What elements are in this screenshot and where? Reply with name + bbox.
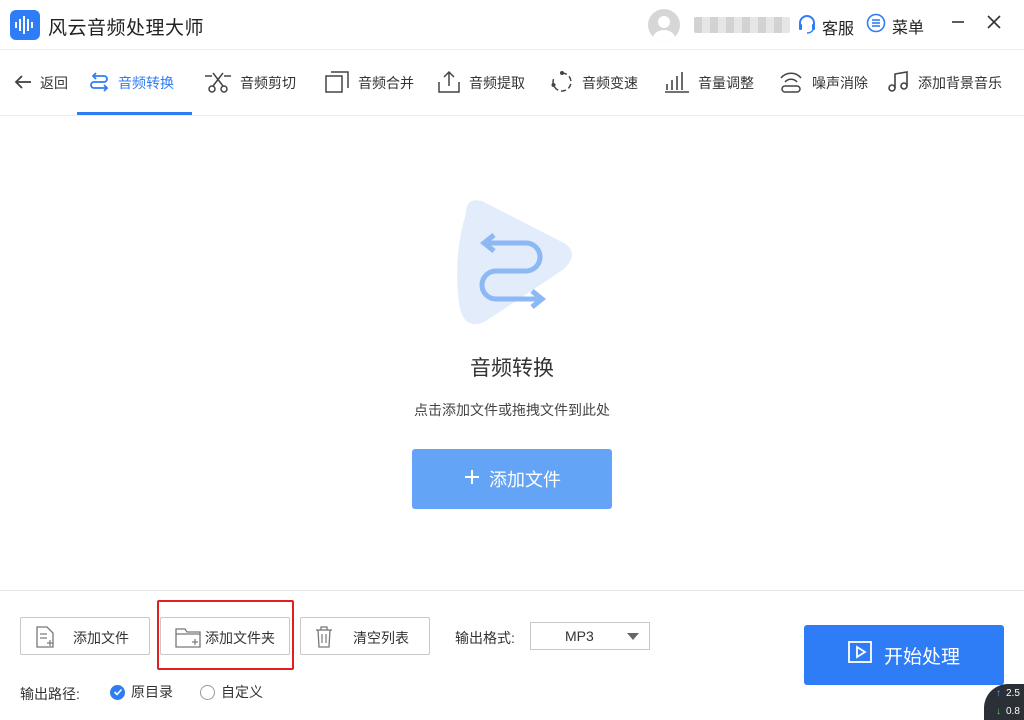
tab-noise-removal[interactable]: 噪声消除 <box>778 50 868 116</box>
tab-audio-extract[interactable]: 音频提取 <box>437 50 525 116</box>
add-file-main-label: 添加文件 <box>489 470 561 490</box>
menu-list-icon <box>866 13 886 38</box>
tab-audio-merge-label: 音频合并 <box>358 75 414 91</box>
convert-illustration-icon <box>452 195 580 327</box>
start-processing-label: 开始处理 <box>883 646 960 668</box>
path-option-original-label: 原目录 <box>131 684 173 700</box>
add-file-label: 添加文件 <box>73 630 129 646</box>
radio-checked-icon <box>110 684 125 700</box>
tab-add-background-music-label: 添加背景音乐 <box>918 75 1002 91</box>
menu-button[interactable]: 菜单 <box>866 13 924 38</box>
tab-audio-cut[interactable]: 音频剪切 <box>204 50 296 116</box>
tab-audio-convert[interactable]: 音频转换 <box>88 50 174 116</box>
tab-volume-adjust[interactable]: 音量调整 <box>664 50 754 116</box>
upload-tray-icon <box>437 70 461 97</box>
noise-wave-icon <box>778 70 804 97</box>
plus-icon <box>463 468 481 491</box>
add-file-button[interactable]: 添加文件 <box>20 617 150 655</box>
tab-audio-convert-label: 音频转换 <box>118 75 174 91</box>
music-note-icon <box>886 70 910 97</box>
clear-list-button[interactable]: 清空列表 <box>300 617 430 655</box>
back-button[interactable]: 返回 <box>14 50 68 116</box>
arrow-left-icon <box>14 74 32 93</box>
tab-audio-speed-label: 音频变速 <box>582 75 638 91</box>
username-blurred[interactable] <box>694 17 790 33</box>
merge-squares-icon <box>324 70 350 97</box>
scissors-icon <box>204 70 232 97</box>
output-path-label: 输出路径: <box>20 686 80 702</box>
add-file-icon <box>35 626 55 651</box>
app-title: 风云音频处理大师 <box>48 18 205 39</box>
tab-volume-adjust-label: 音量调整 <box>698 75 754 91</box>
tool-tab-bar: 返回 音频转换 音频剪切 音频合并 音频提取 音频变速 音量调整 噪声消除 添加… <box>0 50 1024 116</box>
customer-service-label: 客服 <box>822 20 855 38</box>
caret-down-icon <box>627 633 639 640</box>
volume-bars-icon <box>664 70 690 97</box>
menu-label: 菜单 <box>892 19 925 37</box>
tab-add-background-music[interactable]: 添加背景音乐 <box>886 50 1002 116</box>
play-icon <box>848 641 872 669</box>
minimize-icon <box>951 15 965 34</box>
tab-audio-extract-label: 音频提取 <box>469 75 525 91</box>
start-processing-button[interactable]: 开始处理 <box>804 625 1004 685</box>
close-button[interactable] <box>982 12 1006 36</box>
close-icon <box>987 14 1001 34</box>
title-bar: 风云音频处理大师 客服 菜单 <box>0 0 1024 50</box>
upload-speed: 2.5 <box>1006 688 1020 699</box>
tab-noise-removal-label: 噪声消除 <box>812 75 868 91</box>
clear-list-label: 清空列表 <box>353 630 409 646</box>
radio-unchecked-icon <box>200 684 215 700</box>
tab-audio-cut-label: 音频剪切 <box>240 75 296 91</box>
download-arrow-icon: ↓ <box>996 706 1001 717</box>
tab-audio-speed[interactable]: 音频变速 <box>550 50 638 116</box>
customer-service-button[interactable]: 客服 <box>796 13 854 40</box>
convert-arrows-icon <box>88 71 110 96</box>
trash-icon <box>315 626 333 651</box>
tab-audio-merge[interactable]: 音频合并 <box>324 50 414 116</box>
speed-cycle-icon <box>550 70 574 97</box>
drop-area-hint: 点击添加文件或拖拽文件到此处 <box>414 402 610 418</box>
upload-arrow-icon: ↑ <box>996 688 1001 699</box>
output-format-label: 输出格式: <box>455 630 515 646</box>
back-label: 返回 <box>40 75 68 91</box>
output-format-value: MP3 <box>565 628 594 644</box>
path-option-original[interactable]: 原目录 <box>110 682 173 702</box>
add-file-main-button[interactable]: 添加文件 <box>412 449 612 509</box>
drop-area-title: 音频转换 <box>470 357 554 380</box>
user-avatar[interactable] <box>648 9 680 41</box>
download-speed: 0.8 <box>1006 706 1020 717</box>
path-option-custom-label: 自定义 <box>221 684 263 700</box>
minimize-button[interactable] <box>946 12 970 36</box>
highlight-frame <box>157 600 294 670</box>
output-format-select[interactable]: MP3 <box>530 622 650 650</box>
headset-icon <box>796 13 818 40</box>
active-tab-indicator <box>77 112 192 115</box>
app-logo <box>10 10 40 40</box>
path-option-custom[interactable]: 自定义 <box>200 682 263 702</box>
